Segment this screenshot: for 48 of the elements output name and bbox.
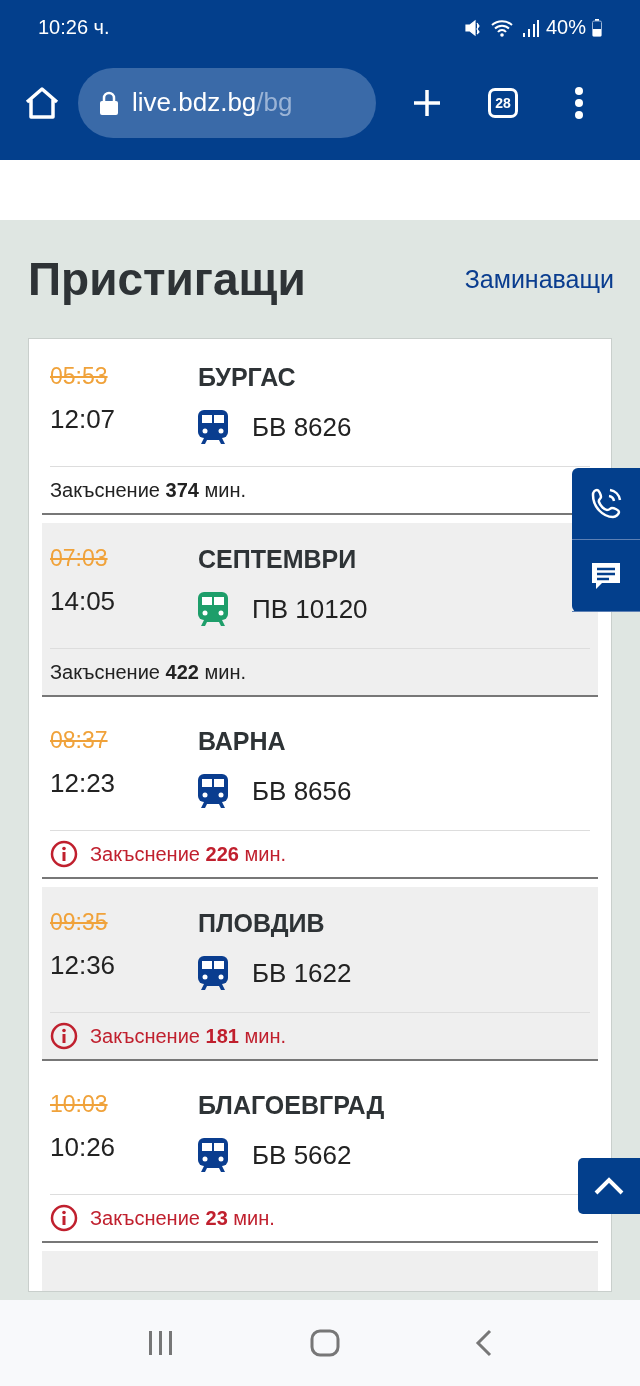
train-number: БВ 1622	[252, 957, 352, 989]
destination: СЕПТЕМВРИ	[198, 545, 358, 574]
url-text: live.bdz.bg/bg	[132, 87, 293, 118]
scheduled-time: 07:03	[50, 545, 109, 572]
expected-time: 12:36	[50, 950, 117, 981]
home-nav-icon[interactable]	[310, 1329, 340, 1357]
home-icon[interactable]	[24, 85, 60, 120]
address-bar[interactable]: live.bdz.bg/bg	[78, 67, 376, 138]
delay-text: Закъснение 23 мин.	[90, 1206, 275, 1230]
destination: БЛАГОЕВГРАД	[198, 1091, 385, 1120]
signal-icon	[521, 17, 540, 38]
arrival-row[interactable]: 07:03 14:05 СЕПТЕМВРИ ПВ 10120 Закъснение 422 мин.	[42, 523, 598, 697]
delay-text: Закъснение 422 мин.	[50, 660, 246, 684]
info-icon	[50, 1022, 78, 1050]
plus-icon[interactable]	[412, 87, 442, 118]
destination: БУРГАС	[198, 363, 297, 392]
departures-link[interactable]: Заминаващи	[464, 264, 614, 294]
phone-icon	[589, 486, 623, 521]
train-number: БВ 5662	[252, 1139, 352, 1171]
expected-time: 12:07	[50, 404, 117, 435]
lock-icon	[100, 90, 118, 115]
train-number: БВ 8656	[252, 775, 352, 807]
expected-time: 12:23	[50, 768, 117, 799]
delay-text: Закъснение 226 мин.	[90, 842, 286, 866]
expected-time: 10:26	[50, 1132, 117, 1163]
back-icon[interactable]	[474, 1329, 493, 1357]
train-number: БВ 8626	[252, 411, 352, 443]
info-icon	[50, 840, 78, 868]
delay-text: Закъснение 181 мин.	[90, 1024, 286, 1048]
train-number: ПВ 10120	[252, 593, 368, 625]
scheduled-time: 10:03	[50, 1091, 109, 1118]
chevron-up-icon	[594, 1177, 624, 1195]
battery-icon	[592, 18, 602, 37]
destination: ПЛОВДИВ	[198, 909, 326, 938]
expected-time: 14:05	[50, 586, 117, 617]
more-icon[interactable]	[574, 86, 584, 119]
scheduled-time: 08:37	[50, 727, 109, 754]
scheduled-time: 05:53	[50, 363, 109, 390]
status-time: 10:26 ч.	[38, 16, 110, 39]
info-icon	[50, 1204, 78, 1232]
destination: ВАРНА	[198, 727, 287, 756]
delay-text: Закъснение 374 мин.	[50, 478, 246, 502]
page-title: Пристигащи	[28, 252, 306, 306]
arrival-row[interactable]: 09:35 12:36 ПЛОВДИВ БВ 1622 Закъснение 181 мин.	[42, 887, 598, 1061]
battery-percent: 40%	[545, 16, 586, 39]
scroll-top-button[interactable]	[578, 1158, 640, 1214]
scheduled-time: 09:35	[50, 909, 109, 936]
tab-count[interactable]: 28	[488, 87, 518, 118]
